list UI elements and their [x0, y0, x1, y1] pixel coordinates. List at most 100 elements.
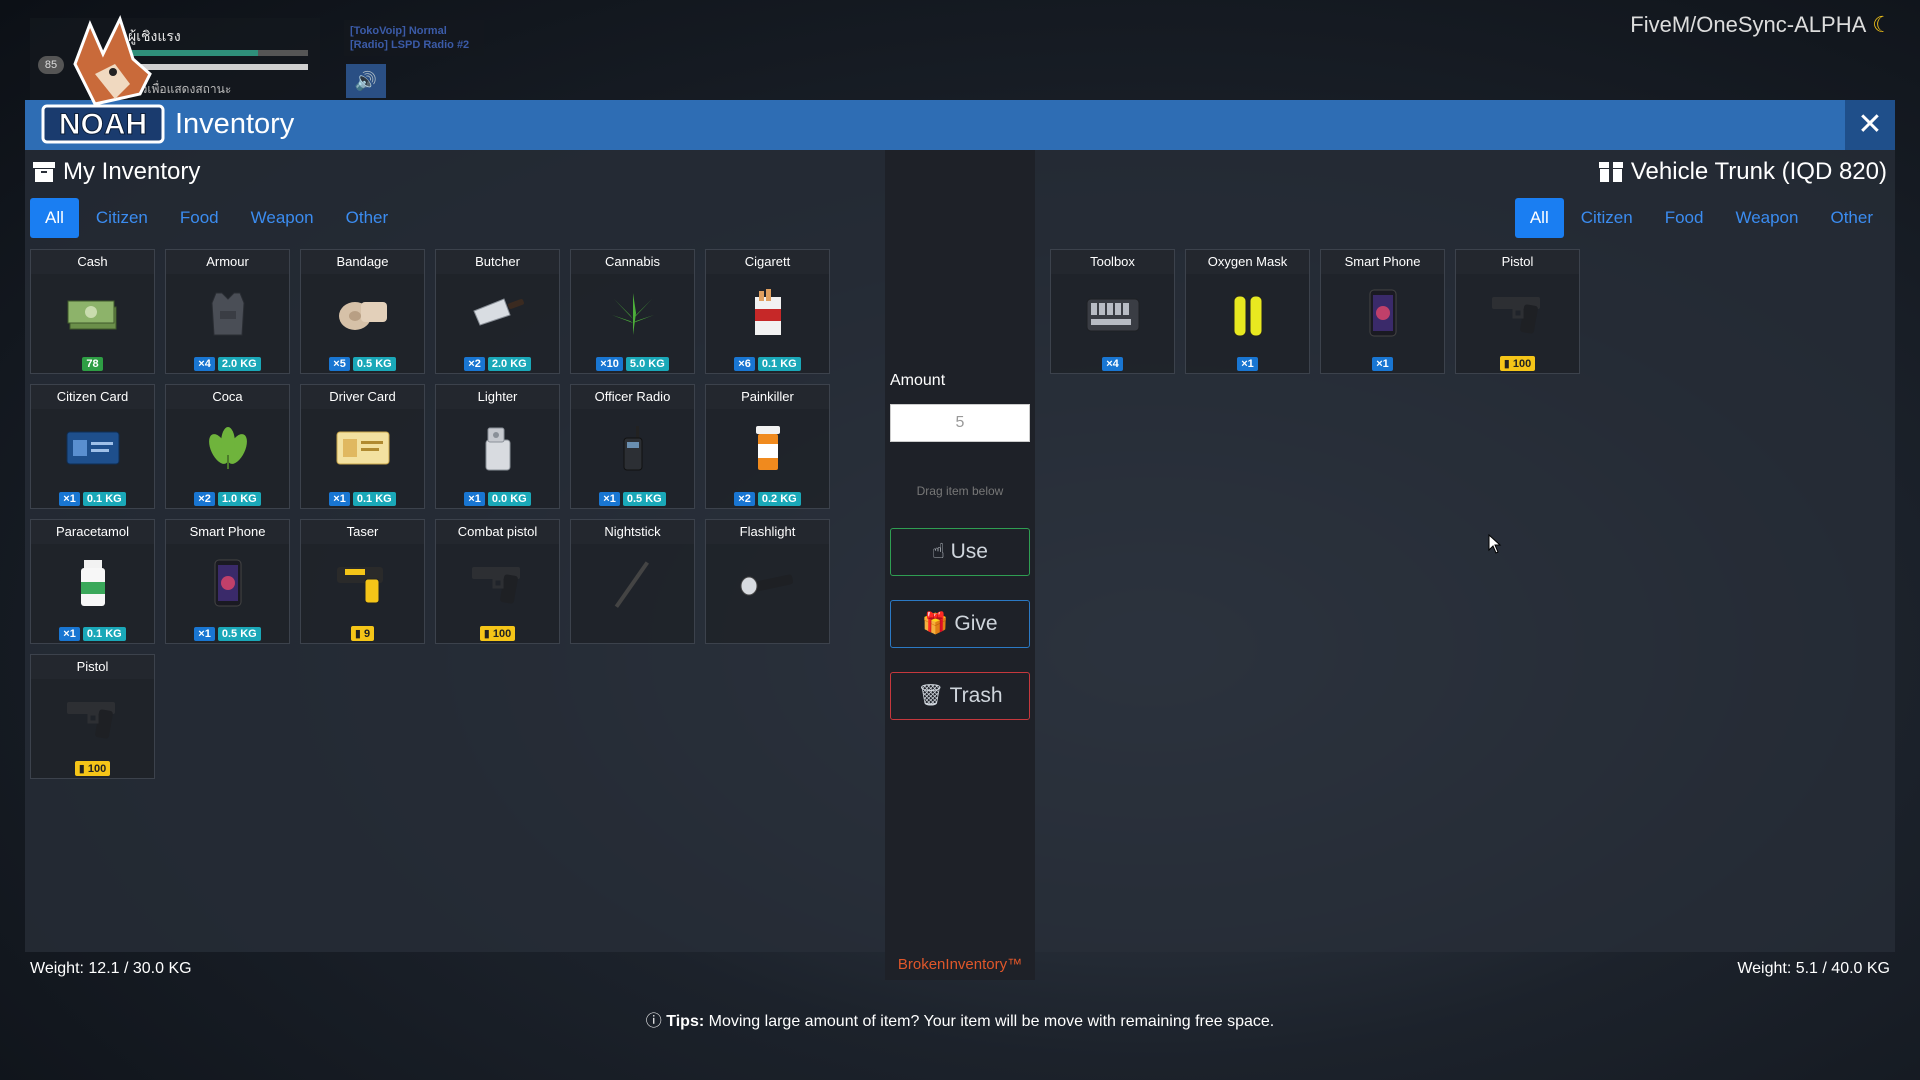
pistol-icon: [1456, 284, 1579, 342]
quantity-badge: ×6: [734, 357, 755, 371]
ammo-badge: ▮ 100: [479, 626, 516, 641]
inventory-slot[interactable]: Combat pistol ▮ 100: [435, 519, 560, 644]
my-inventory-heading: My Inventory: [33, 158, 200, 186]
inventory-slot[interactable]: Flashlight: [705, 519, 830, 644]
item-badges: ×1 0.5 KG: [166, 627, 289, 641]
pistol-icon: [436, 554, 559, 612]
item-badges: ×2 0.2 KG: [706, 492, 829, 506]
inventory-slot[interactable]: Smart Phone ×1 0.5 KG: [165, 519, 290, 644]
item-name: Cannabis: [571, 250, 694, 274]
item-name: Bandage: [301, 250, 424, 274]
inventory-slot[interactable]: Cigarett ×6 0.1 KG: [705, 249, 830, 374]
quantity-badge: ×1: [599, 492, 620, 506]
quantity-badge: ×1: [1372, 357, 1393, 371]
nightstick-icon: [571, 554, 694, 612]
smartphone-icon: [1321, 284, 1444, 342]
item-name: Driver Card: [301, 385, 424, 409]
item-badges: ×10 5.0 KG: [571, 357, 694, 371]
quantity-badge: ×2: [464, 357, 485, 371]
inventory-slot[interactable]: Toolbox ×4: [1050, 249, 1175, 374]
weight-badge: 0.5 KG: [217, 627, 261, 641]
inventory-slot[interactable]: Pistol ▮ 100: [1455, 249, 1580, 374]
item-badges: ×1 0.5 KG: [571, 492, 694, 506]
ammo-badge: ▮ 100: [74, 761, 111, 776]
item-badges: 78: [31, 357, 154, 371]
inventory-slot[interactable]: Bandage ×5 0.5 KG: [300, 249, 425, 374]
amount-badge: 78: [82, 357, 103, 371]
inventory-slot[interactable]: Armour ×4 2.0 KG: [165, 249, 290, 374]
item-badges: ×1: [1321, 357, 1444, 371]
inventory-slot[interactable]: Citizen Card ×1 0.1 KG: [30, 384, 155, 509]
tab-food[interactable]: Food: [165, 198, 234, 238]
item-badges: ▮ 100: [436, 626, 559, 641]
quantity-badge: ×2: [734, 492, 755, 506]
inventory-slot[interactable]: Taser ▮ 9: [300, 519, 425, 644]
inventory-slot[interactable]: Painkiller ×2 0.2 KG: [705, 384, 830, 509]
inventory-slot[interactable]: Butcher ×2 2.0 KG: [435, 249, 560, 374]
item-badges: ×2 1.0 KG: [166, 492, 289, 506]
brand-label: BrokenInventory™: [897, 956, 1023, 973]
inventory-window: Inventory ✕ NOAH My Inventory All Citize…: [25, 14, 1895, 980]
cleaver-icon: [436, 284, 559, 342]
tab-all[interactable]: All: [30, 198, 79, 238]
mouse-cursor-icon: [1488, 534, 1502, 554]
item-name: Painkiller: [706, 385, 829, 409]
tab-citizen[interactable]: Citizen: [81, 198, 163, 238]
inventory-slot[interactable]: Nightstick: [570, 519, 695, 644]
inventory-slot[interactable]: Oxygen Mask ×1: [1185, 249, 1310, 374]
use-button[interactable]: ☝ Use: [890, 528, 1030, 576]
give-button[interactable]: 🎁 Give: [890, 600, 1030, 648]
weight-badge: 2.0 KG: [487, 357, 531, 371]
id-card-icon: [31, 419, 154, 477]
inventory-slot[interactable]: Pistol ▮ 100: [30, 654, 155, 779]
inventory-slot[interactable]: Lighter ×1 0.0 KG: [435, 384, 560, 509]
moon-icon: ☾: [1872, 12, 1892, 37]
trunk-tab-other[interactable]: Other: [1815, 198, 1888, 238]
trunk-tab-all[interactable]: All: [1514, 198, 1564, 238]
trunk-tab-weapon[interactable]: Weapon: [1720, 198, 1813, 238]
taser-icon: [301, 554, 424, 612]
amount-input[interactable]: 5: [890, 404, 1030, 442]
item-name: Smart Phone: [166, 520, 289, 544]
weight-badge: 0.5 KG: [352, 357, 396, 371]
ammo-badge: ▮ 9: [350, 626, 375, 641]
item-badges: ▮ 9: [301, 626, 424, 641]
trash-button[interactable]: 🗑 Trash: [890, 672, 1030, 720]
tab-other[interactable]: Other: [331, 198, 404, 238]
trunk-tab-citizen[interactable]: Citizen: [1566, 198, 1648, 238]
tab-weapon[interactable]: Weapon: [236, 198, 329, 238]
inventory-slot[interactable]: Paracetamol ×1 0.1 KG: [30, 519, 155, 644]
weight-badge: 0.1 KG: [82, 492, 126, 506]
inventory-slot[interactable]: Driver Card ×1 0.1 KG: [300, 384, 425, 509]
item-name: Citizen Card: [31, 385, 154, 409]
item-badges: ×2 2.0 KG: [436, 357, 559, 371]
quantity-badge: ×4: [1102, 357, 1123, 371]
left-tabs: All Citizen Food Weapon Other: [30, 198, 405, 238]
inventory-slot[interactable]: Smart Phone ×1: [1320, 249, 1445, 374]
quantity-badge: ×4: [194, 357, 215, 371]
inventory-slot[interactable]: Officer Radio ×1 0.5 KG: [570, 384, 695, 509]
trunk-tab-food[interactable]: Food: [1650, 198, 1719, 238]
tips-text: Moving large amount of item? Your item w…: [708, 1013, 1275, 1030]
logo-text: NOAH: [59, 108, 147, 141]
inventory-slot[interactable]: Cannabis ×10 5.0 KG: [570, 249, 695, 374]
armour-vest-icon: [166, 284, 289, 342]
item-name: Toolbox: [1051, 250, 1174, 274]
item-name: Lighter: [436, 385, 559, 409]
pistol-icon: [31, 689, 154, 747]
item-name: Flashlight: [706, 520, 829, 544]
give-label: Give: [954, 612, 998, 635]
close-button[interactable]: ✕: [1845, 100, 1895, 150]
inventory-slot[interactable]: Cash 78: [30, 249, 155, 374]
item-name: Nightstick: [571, 520, 694, 544]
inventory-slot[interactable]: Coca ×2 1.0 KG: [165, 384, 290, 509]
info-icon: ⓘ: [645, 1013, 662, 1030]
item-badges: ×5 0.5 KG: [301, 357, 424, 371]
quantity-badge: ×2: [194, 492, 215, 506]
my-inventory-title: My Inventory: [63, 158, 201, 185]
item-name: Cash: [31, 250, 154, 274]
cash-icon: [31, 284, 154, 342]
quantity-badge: ×1: [59, 627, 80, 641]
my-inventory-panel: My Inventory All Citizen Food Weapon Oth…: [25, 150, 885, 952]
item-badges: ▮ 100: [1456, 356, 1579, 371]
